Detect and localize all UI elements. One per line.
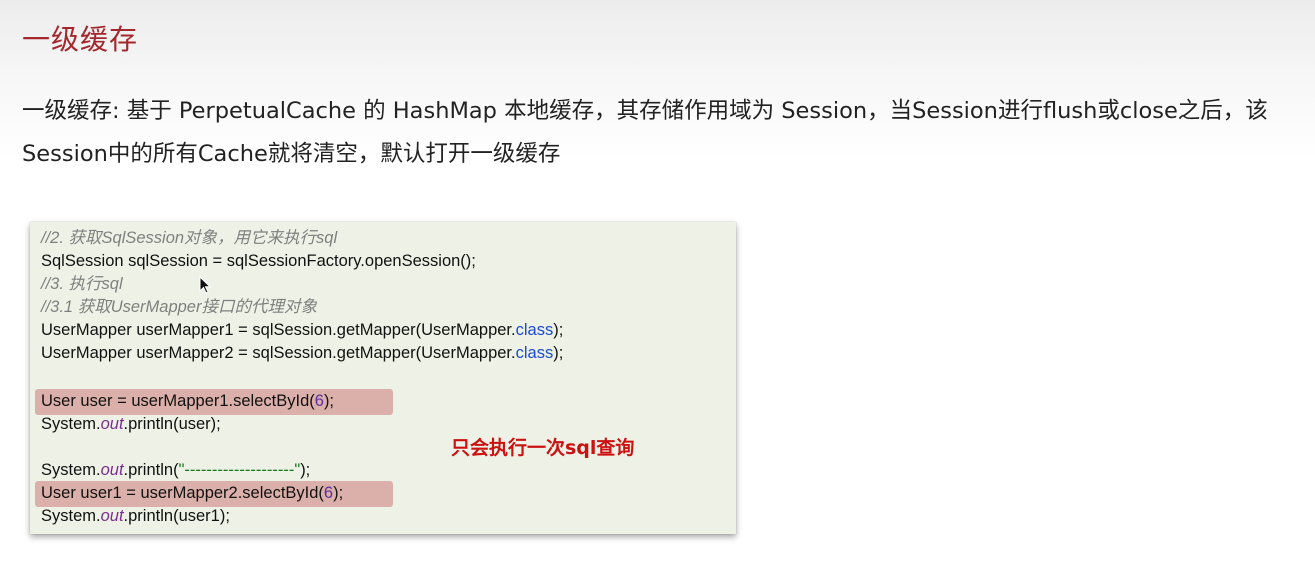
annotation-note: 只会执行一次sql查询: [451, 437, 635, 459]
code-select-user1: User user1 = userMapper2.selectById(6);: [41, 484, 344, 502]
mouse-cursor-icon: [199, 276, 212, 294]
code-get-mapper-2: UserMapper userMapper2 = sqlSession.getM…: [41, 344, 564, 362]
code-comment-execute-sql: //3. 执行sql: [41, 275, 123, 293]
code-comment-get-session: //2. 获取SqlSession对象，用它来执行sql: [41, 229, 338, 247]
code-print-user1: System.out.println(user1);: [41, 507, 230, 525]
code-select-user: User user = userMapper1.selectById(6);: [41, 392, 335, 410]
code-get-mapper-1: UserMapper userMapper1 = sqlSession.getM…: [41, 321, 564, 339]
description-text: 一级缓存: 基于 PerpetualCache 的 HashMap 本地缓存，其…: [22, 98, 1268, 167]
code-print-separator: System.out.println("--------------------…: [41, 461, 311, 479]
code-print-user: System.out.println(user);: [41, 415, 221, 433]
slide-title: 一级缓存: [22, 23, 139, 56]
code-open-session: SqlSession sqlSession = sqlSessionFactor…: [41, 252, 476, 270]
code-block: //2. 获取SqlSession对象，用它来执行sql SqlSession …: [30, 222, 736, 534]
code-comment-get-mapper: //3.1 获取UserMapper接口的代理对象: [41, 298, 317, 316]
